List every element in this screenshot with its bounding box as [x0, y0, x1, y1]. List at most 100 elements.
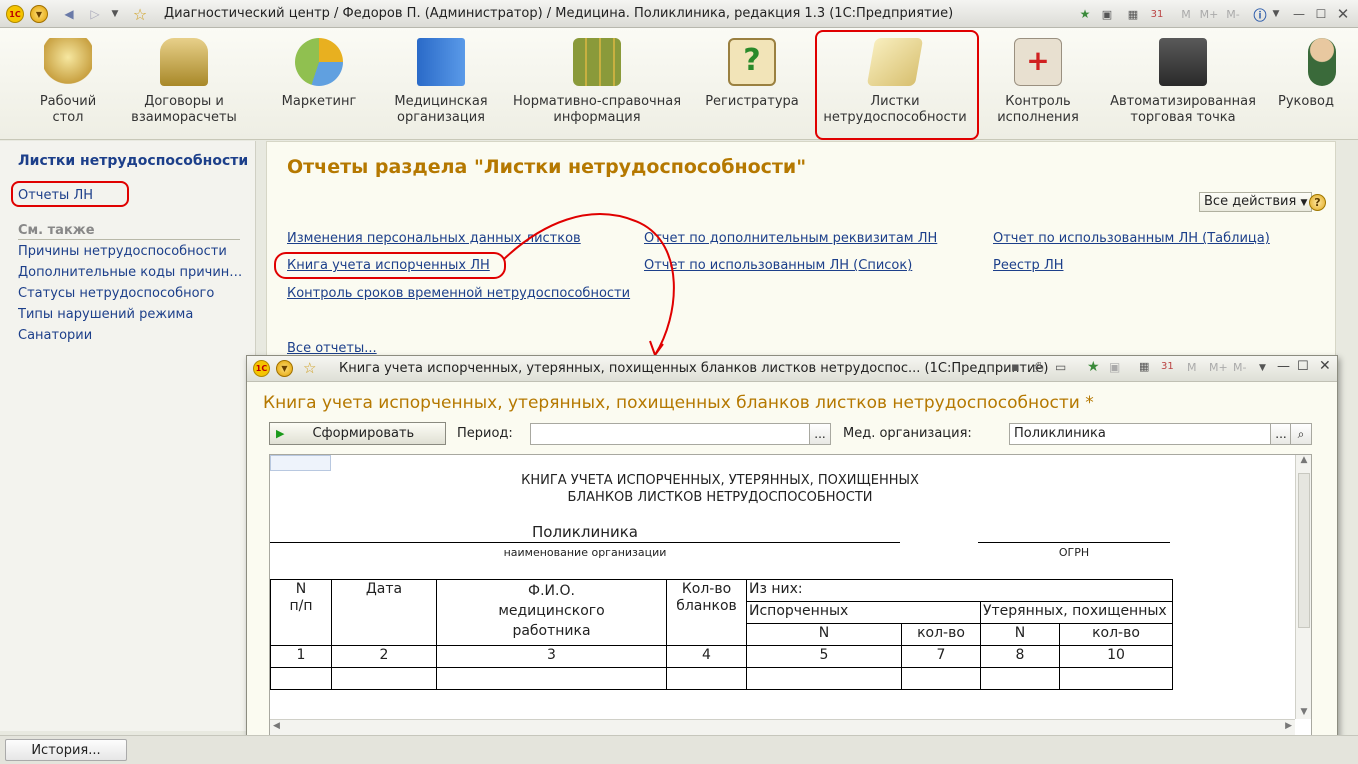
- section-contracts[interactable]: Договоры и взаиморасчеты: [120, 38, 248, 126]
- generate-button[interactable]: ▶ Сформировать: [269, 422, 446, 445]
- favorite-star-icon[interactable]: ☆: [130, 4, 150, 24]
- vertical-scrollbar[interactable]: ▲ ▼: [1295, 455, 1311, 719]
- scroll-right-icon[interactable]: ▶: [1285, 721, 1292, 731]
- section-label: Регистратура: [705, 94, 799, 109]
- section-label: Маркетинг: [281, 94, 357, 109]
- selected-cell[interactable]: [270, 455, 331, 471]
- scroll-up-icon[interactable]: ▲: [1296, 455, 1311, 465]
- link-registry[interactable]: Реестр ЛН: [993, 258, 1064, 273]
- empty-cell: [746, 667, 902, 690]
- section-management[interactable]: Руковод: [1278, 38, 1358, 110]
- calculator-icon[interactable]: ▦: [1139, 360, 1149, 373]
- section-reference-info[interactable]: Нормативно-справочная информация: [508, 38, 686, 126]
- header-fio: Ф.И.О. медицинского работника: [436, 579, 667, 646]
- see-also-label: См. также: [18, 223, 95, 238]
- generate-button-label: Сформировать: [312, 426, 415, 441]
- 1c-logo-icon[interactable]: 1С: [6, 5, 24, 23]
- nav-item-statuses[interactable]: Статусы нетрудоспособного: [18, 286, 246, 301]
- section-medical-org[interactable]: Медицинская организация: [388, 38, 494, 126]
- dropdown-icon[interactable]: ▼: [1259, 363, 1266, 373]
- history-icon[interactable]: ▣: [1098, 4, 1116, 24]
- section-desktop[interactable]: Рабочий стол: [28, 38, 108, 126]
- report-spreadsheet[interactable]: КНИГА УЧЕТА ИСПОРЧЕННЫХ, УТЕРЯННЫХ, ПОХИ…: [269, 454, 1312, 737]
- section-registry[interactable]: ? Регистратура: [700, 38, 804, 110]
- header-lost: Утерянных, похищенных: [980, 601, 1173, 624]
- scroll-thumb[interactable]: [1298, 473, 1310, 628]
- med-org-input[interactable]: Поликлиника: [1009, 423, 1271, 445]
- section-trade-point[interactable]: Автоматизированная торговая точка: [1106, 38, 1260, 126]
- minimize-icon[interactable]: —: [1277, 359, 1290, 374]
- empty-cell: [436, 667, 667, 690]
- help-icon[interactable]: ?: [1309, 194, 1326, 211]
- history-icon[interactable]: ▣: [1109, 360, 1120, 374]
- scroll-left-icon[interactable]: ◀: [273, 721, 280, 731]
- bottom-bar: История...: [0, 735, 1358, 764]
- section-control[interactable]: + Контроль исполнения: [990, 38, 1086, 126]
- close-icon[interactable]: ✕: [1319, 358, 1331, 374]
- header-of-them: Из них:: [746, 579, 1173, 602]
- all-actions-button[interactable]: Все действия ▼: [1199, 192, 1313, 212]
- history-dropdown-icon[interactable]: ▼: [108, 4, 122, 24]
- nav-item-extra-codes[interactable]: Дополнительные коды причин н...: [18, 265, 246, 280]
- history-button[interactable]: История...: [5, 739, 127, 761]
- calculator-icon[interactable]: ▦: [1124, 4, 1142, 24]
- print-icon[interactable]: ⎙: [1033, 360, 1043, 375]
- info-icon[interactable]: ⓘ: [1252, 4, 1268, 24]
- link-all-reports[interactable]: Все отчеты...: [287, 341, 377, 356]
- memory-m-button[interactable]: M: [1176, 4, 1196, 24]
- section-label: Договоры и взаиморасчеты: [131, 94, 237, 125]
- period-select-button[interactable]: ...: [809, 423, 831, 445]
- link-used-table-report[interactable]: Отчет по использованным ЛН (Таблица): [993, 231, 1270, 246]
- section-label: Медицинская организация: [394, 94, 488, 125]
- section-label: Нормативно-справочная информация: [512, 94, 682, 125]
- window-menu-icon[interactable]: ▼: [276, 360, 293, 377]
- report-heading: Книга учета испорченных, утерянных, похи…: [263, 393, 1094, 413]
- empty-cell: [331, 667, 437, 690]
- med-org-select-button[interactable]: ...: [1270, 423, 1292, 445]
- section-label: Руковод: [1278, 94, 1334, 109]
- favorite-star-icon[interactable]: ☆: [303, 359, 316, 377]
- medkit-icon: +: [1014, 38, 1062, 86]
- memory-plus-button[interactable]: M+: [1209, 361, 1228, 374]
- main-title-bar: 1С ▼ ◀ ▷ ▼ ☆ Диагностический центр / Фед…: [0, 0, 1358, 28]
- minimize-icon[interactable]: —: [1290, 4, 1308, 24]
- link-extra-attributes-report[interactable]: Отчет по дополнительным реквизитам ЛН: [644, 231, 937, 246]
- report-window-title: Книга учета испорченных, утерянных, похи…: [339, 361, 1049, 376]
- calendar-icon[interactable]: 31: [1161, 361, 1174, 372]
- favorites-add-icon[interactable]: ★: [1076, 4, 1094, 24]
- back-arrow-icon[interactable]: ◀: [58, 4, 80, 24]
- section-marketing[interactable]: Маркетинг: [274, 38, 364, 110]
- nav-item-violations[interactable]: Типы нарушений режима: [18, 307, 246, 322]
- main-menu-icon[interactable]: ▼: [30, 5, 48, 23]
- nav-item-sanatoriums[interactable]: Санатории: [18, 328, 246, 343]
- maximize-icon[interactable]: ☐: [1297, 359, 1309, 374]
- period-label: Период:: [457, 426, 513, 441]
- save-icon[interactable]: ▪: [1011, 360, 1020, 375]
- memory-minus-button[interactable]: M-: [1222, 4, 1244, 24]
- org-underline: [270, 542, 900, 543]
- horizontal-scrollbar[interactable]: ◀ ▶: [270, 719, 1295, 736]
- link-used-list-report[interactable]: Отчет по использованным ЛН (Список): [644, 258, 912, 273]
- memory-plus-button[interactable]: M+: [1198, 4, 1220, 24]
- forward-arrow-icon[interactable]: ▷: [84, 4, 106, 24]
- building-icon: [417, 38, 465, 86]
- memory-m-button[interactable]: M: [1187, 361, 1197, 374]
- search-icon[interactable]: ⌕: [1290, 423, 1312, 445]
- info-dropdown-icon[interactable]: ▼: [1270, 4, 1282, 24]
- preview-icon[interactable]: ▭: [1055, 360, 1066, 374]
- close-icon[interactable]: ✕: [1334, 4, 1352, 24]
- ogrn-caption: ОГРН: [1058, 546, 1090, 559]
- calendar-icon[interactable]: 31: [1148, 4, 1166, 24]
- person-icon: [1308, 38, 1336, 86]
- header-spoiled: Испорченных: [746, 601, 981, 624]
- scroll-down-icon[interactable]: ▼: [1296, 707, 1311, 717]
- 1c-logo-icon[interactable]: 1С: [253, 360, 270, 377]
- memory-minus-button[interactable]: M-: [1233, 361, 1246, 374]
- maximize-icon[interactable]: ☐: [1312, 4, 1330, 24]
- col-number-cell: 7: [901, 645, 981, 668]
- nav-item-causes[interactable]: Причины нетрудоспособности: [18, 244, 246, 259]
- col-number-cell: 1: [270, 645, 332, 668]
- favorites-add-icon[interactable]: ★: [1087, 359, 1100, 375]
- ogrn-underline: [978, 542, 1170, 543]
- period-input[interactable]: [530, 423, 810, 445]
